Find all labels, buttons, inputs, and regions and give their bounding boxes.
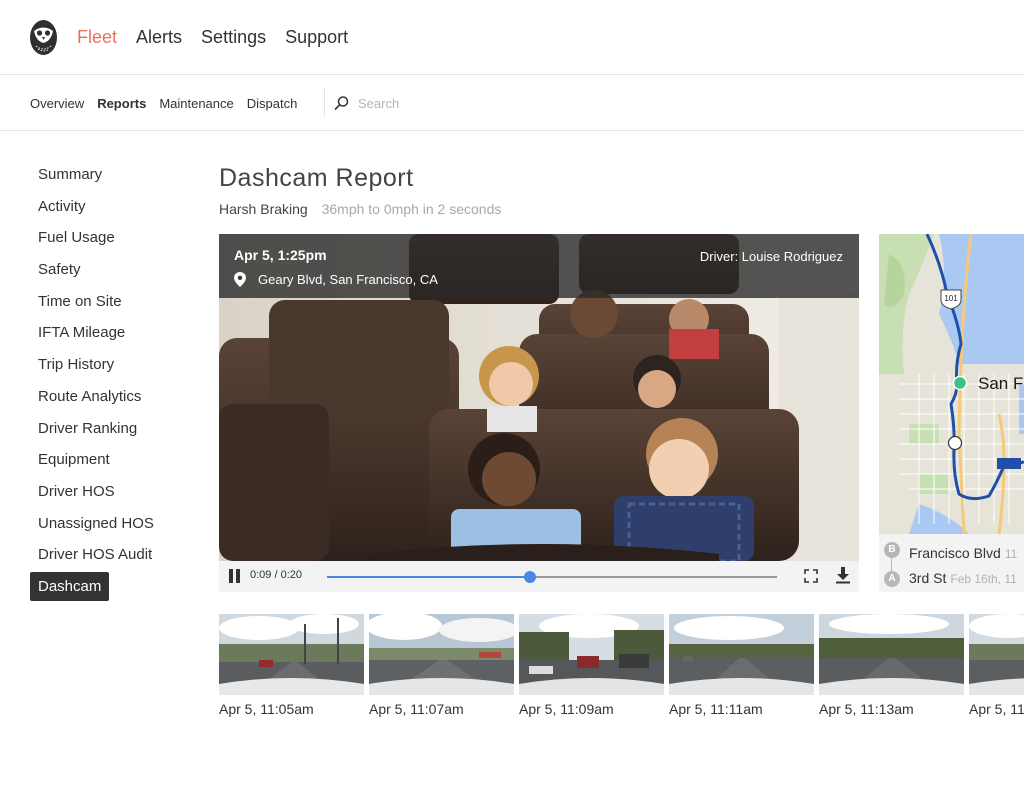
- sidebar-item-label: Driver Ranking: [38, 419, 138, 437]
- sidebar-item-label: Route Analytics: [38, 387, 142, 405]
- route-start-street-name: 3rd St: [909, 570, 947, 586]
- secondary-nav-links: Overview Reports Maintenance Dispatch: [30, 96, 310, 112]
- sidebar-item-trip-history[interactable]: Trip History: [30, 349, 190, 381]
- dashcam-still-road: [219, 614, 364, 695]
- event-type: Harsh Braking: [219, 201, 308, 217]
- map-city-label: San F: [978, 374, 1023, 393]
- pause-icon[interactable]: [228, 569, 242, 583]
- subnav-dispatch[interactable]: Dispatch: [247, 96, 298, 112]
- highway-shield-label: 101: [944, 294, 958, 303]
- sidebar-item-fuel-usage[interactable]: Fuel Usage: [30, 222, 190, 254]
- route-end-street: Francisco Blvd 11: [909, 545, 1017, 561]
- primary-nav: Fleet Alerts Settings Support: [77, 26, 367, 48]
- video-controls: 0:09 / 0:20: [219, 561, 859, 592]
- sidebar-item-label: IFTA Mileage: [38, 324, 126, 342]
- sidebar-item-label: Dashcam: [30, 571, 110, 601]
- sidebar-item-dashcam[interactable]: Dashcam: [30, 571, 190, 603]
- owl-logo-icon[interactable]: [29, 19, 58, 56]
- sidebar-item-time-on-site[interactable]: Time on Site: [30, 286, 190, 318]
- sidebar-item-safety[interactable]: Safety: [30, 254, 190, 286]
- top-navigation: Fleet Alerts Settings Support: [0, 0, 1024, 75]
- sidebar-item-driver-hos[interactable]: Driver HOS: [30, 476, 190, 508]
- dashcam-thumbnail[interactable]: Apr 5, 11:09am: [519, 614, 664, 717]
- thumbnail-timestamp: Apr 5, 11:05am: [219, 701, 314, 717]
- route-end-street-name: Francisco Blvd: [909, 545, 1001, 561]
- thumbnail-timestamp: Apr 5, 11:13am: [819, 701, 914, 717]
- dashcam-still-road: [369, 614, 514, 695]
- sidebar-item-label: Trip History: [38, 356, 115, 374]
- sidebar-item-label: Driver HOS Audit: [38, 546, 153, 564]
- route-summary: B Francisco Blvd 11 A 3rd St Feb 16th, 11: [879, 534, 1024, 592]
- sidebar-item-label: Fuel Usage: [38, 229, 115, 247]
- sidebar-item-summary[interactable]: Summary: [30, 159, 190, 191]
- subnav-reports[interactable]: Reports: [97, 96, 146, 112]
- current-position-marker[interactable]: [952, 375, 968, 391]
- route-start-street: 3rd St Feb 16th, 11: [909, 570, 1017, 586]
- dashcam-thumbnail-strip: Apr 5, 11:05am Apr 5, 11:07am Apr 5, 11:…: [219, 614, 1024, 724]
- dashcam-thumbnail[interactable]: Apr 5, 11:11am: [669, 614, 814, 717]
- sidebar-item-label: Unassigned HOS: [38, 514, 154, 532]
- secondary-navigation: Overview Reports Maintenance Dispatch: [0, 75, 1024, 131]
- subnav-divider: [324, 89, 325, 117]
- dashcam-still-road: [969, 614, 1024, 695]
- dashcam-thumbnail[interactable]: Apr 5, 11:05am: [219, 614, 364, 717]
- subnav-maintenance[interactable]: Maintenance: [159, 96, 233, 112]
- page-title: Dashcam Report: [219, 164, 414, 192]
- dashcam-still-road: [819, 614, 964, 695]
- dashcam-thumbnail[interactable]: Apr 5, 11:13am: [819, 614, 964, 717]
- fullscreen-icon[interactable]: [804, 569, 818, 583]
- driver-name: Driver: Louise Rodriguez: [699, 249, 843, 264]
- sidebar-item-label: Activity: [38, 197, 86, 215]
- reports-sidebar: Summary Activity Fuel Usage Safety Time …: [30, 159, 190, 603]
- thumbnail-timestamp: Apr 5, 11:09am: [519, 701, 614, 717]
- map-pin-icon: [234, 272, 246, 287]
- dashcam-thumbnail[interactable]: Apr 5, 11:07am: [369, 614, 514, 717]
- sidebar-item-ifta-mileage[interactable]: IFTA Mileage: [30, 317, 190, 349]
- nav-alerts[interactable]: Alerts: [136, 26, 182, 48]
- dashcam-still-road: [669, 614, 814, 695]
- sidebar-item-label: Time on Site: [38, 292, 122, 310]
- route-start-badge: A: [884, 571, 900, 587]
- video-timestamp: Apr 5, 1:25pm: [234, 247, 327, 263]
- search-icon[interactable]: [334, 95, 350, 111]
- dashcam-still-road: [519, 614, 664, 695]
- event-summary: Harsh Braking 36mph to 0mph in 2 seconds: [219, 201, 501, 217]
- video-player: Apr 5, 1:25pm Geary Blvd, San Francisco,…: [219, 234, 859, 592]
- route-connector-line: [891, 558, 892, 572]
- route-end-date: 11: [1004, 547, 1018, 561]
- nav-fleet[interactable]: Fleet: [77, 26, 117, 48]
- route-waypoint-marker[interactable]: [947, 435, 963, 451]
- map-canvas: 101 San F: [879, 234, 1024, 534]
- sidebar-item-label: Equipment: [38, 451, 110, 469]
- video-progress-fill: [327, 576, 530, 578]
- thumbnail-timestamp: Apr 5, 11: [969, 701, 1024, 717]
- sidebar-item-label: Safety: [38, 261, 81, 279]
- video-scrubber-handle[interactable]: [523, 571, 536, 583]
- download-icon[interactable]: [835, 567, 851, 584]
- video-time: 0:09 / 0:20: [250, 569, 302, 581]
- route-end-badge: B: [884, 542, 900, 558]
- video-progress-bar[interactable]: [327, 571, 777, 583]
- route-map[interactable]: 101 San F: [879, 234, 1024, 534]
- route-start-date: Feb 16th, 11: [950, 572, 1017, 586]
- sidebar-item-label: Driver HOS: [38, 482, 115, 500]
- thumbnail-timestamp: Apr 5, 11:07am: [369, 701, 464, 717]
- sidebar-item-driver-ranking[interactable]: Driver Ranking: [30, 413, 190, 445]
- video-location: Geary Blvd, San Francisco, CA: [258, 272, 438, 287]
- sidebar-item-activity[interactable]: Activity: [30, 191, 190, 223]
- event-detail: 36mph to 0mph in 2 seconds: [321, 201, 502, 217]
- search-input[interactable]: [358, 93, 558, 113]
- subnav-overview[interactable]: Overview: [30, 96, 84, 112]
- thumbnail-timestamp: Apr 5, 11:11am: [669, 701, 763, 717]
- sidebar-item-equipment[interactable]: Equipment: [30, 444, 190, 476]
- nav-settings[interactable]: Settings: [201, 26, 266, 48]
- nav-support[interactable]: Support: [285, 26, 348, 48]
- sidebar-item-label: Summary: [38, 166, 103, 183]
- sidebar-item-unassigned-hos[interactable]: Unassigned HOS: [30, 508, 190, 540]
- sidebar-item-route-analytics[interactable]: Route Analytics: [30, 381, 190, 413]
- sidebar-item-driver-hos-audit[interactable]: Driver HOS Audit: [30, 539, 190, 571]
- video-info-overlay: Apr 5, 1:25pm Geary Blvd, San Francisco,…: [219, 234, 859, 298]
- dashcam-thumbnail[interactable]: Apr 5, 11: [969, 614, 1024, 717]
